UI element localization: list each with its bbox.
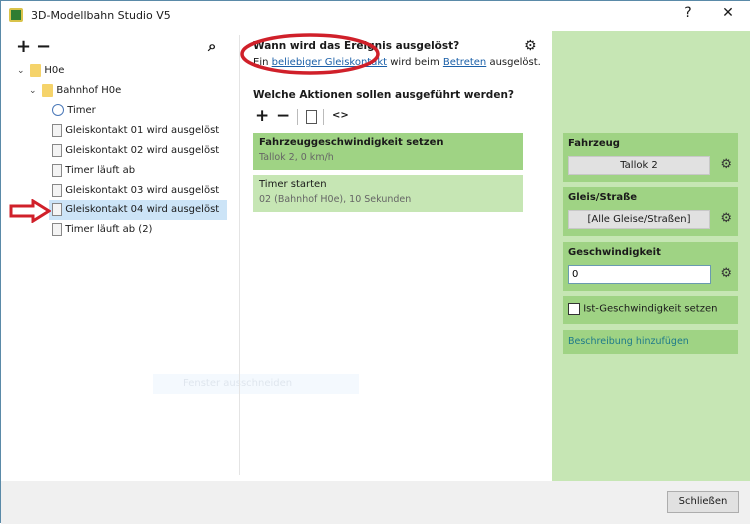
document-icon	[52, 183, 62, 197]
speed-section: Geschwindigkeit ⚙	[563, 242, 738, 291]
title-bar: 3D-Modellbahn Studio V5 ? ✕	[1, 1, 750, 31]
folder-icon	[30, 63, 42, 77]
document-icon	[52, 143, 62, 157]
window-title: 3D-Modellbahn Studio V5	[31, 9, 171, 22]
red-ellipse-annotation	[240, 33, 380, 75]
tree-label: Timer läuft ab	[65, 165, 136, 176]
action-title: Timer starten	[259, 179, 327, 190]
document-icon	[52, 222, 62, 236]
checkbox-label: Ist-Geschwindigkeit setzen	[583, 303, 718, 315]
footer: Schließen	[1, 481, 750, 524]
help-button[interactable]: ?	[673, 5, 703, 21]
description-section: Beschreibung hinzufügen	[563, 330, 738, 354]
document-icon	[52, 202, 62, 216]
remove-button[interactable]: −	[36, 36, 51, 57]
tree-label: Gleiskontakt 03 wird ausgelöst	[65, 185, 220, 196]
enter-link[interactable]: Betreten	[443, 57, 486, 68]
tree-label: Gleiskontakt 04 wird ausgelöst	[65, 204, 220, 215]
tree-item[interactable]: Timer läuft ab	[52, 161, 135, 181]
tree-label: Bahnhof H0e	[56, 85, 122, 96]
text: wird beim	[387, 57, 443, 68]
chevron-down-icon: ⌄	[29, 86, 37, 96]
remove-action-button[interactable]: −	[276, 106, 290, 126]
red-arrow-annotation	[9, 199, 51, 223]
ghost-tooltip: Fenster ausschneiden	[153, 374, 359, 394]
tree-label: Timer läuft ab (2)	[65, 224, 153, 235]
tree-label: H0e	[44, 65, 65, 76]
gear-icon[interactable]: ⚙	[720, 157, 732, 172]
gear-icon[interactable]: ⚙	[720, 266, 732, 281]
track-button[interactable]: [Alle Gleise/Straßen]	[568, 210, 710, 229]
action-card-selected[interactable]: Fahrzeuggeschwindigkeit setzen Tallok 2,…	[253, 133, 523, 170]
copy-icon[interactable]	[306, 110, 317, 124]
add-action-button[interactable]: +	[255, 106, 269, 126]
close-dialog-button[interactable]: Schließen	[667, 491, 739, 513]
properties-panel: Fahrzeug Tallok 2 ⚙ Gleis/Straße [Alle G…	[552, 31, 750, 481]
tree-item[interactable]: Timer läuft ab (2)	[52, 220, 152, 240]
action-title: Fahrzeuggeschwindigkeit setzen	[259, 137, 444, 148]
gear-icon[interactable]: ⚙	[524, 38, 537, 54]
app-icon	[9, 8, 23, 22]
actions-heading: Welche Aktionen sollen ausgeführt werden…	[253, 89, 515, 101]
vehicle-button[interactable]: Tallok 2	[568, 156, 710, 175]
chevron-down-icon: ⌄	[17, 66, 25, 76]
tree-node-bahnhof[interactable]: ⌄ Bahnhof H0e	[29, 81, 121, 101]
tree-label: Gleiskontakt 02 wird ausgelöst	[65, 145, 220, 156]
document-icon	[52, 123, 62, 137]
action-card[interactable]: Timer starten 02 (Bahnhof H0e), 10 Sekun…	[253, 175, 523, 212]
actual-speed-checkbox[interactable]	[568, 303, 580, 315]
speed-input[interactable]	[568, 265, 711, 284]
action-detail: Tallok 2, 0 km/h	[259, 152, 334, 163]
track-section: Gleis/Straße [Alle Gleise/Straßen] ⚙	[563, 187, 738, 236]
folder-icon	[42, 83, 54, 97]
toolbar-separator	[297, 109, 298, 125]
gear-icon[interactable]: ⚙	[720, 211, 732, 226]
tree-item-selected[interactable]: Gleiskontakt 04 wird ausgelöst	[49, 200, 227, 220]
action-detail: 02 (Bahnhof H0e), 10 Sekunden	[259, 194, 412, 205]
tree-label: Gleiskontakt 01 wird ausgelöst	[65, 125, 220, 136]
close-button[interactable]: ✕	[713, 5, 743, 21]
code-button[interactable]: <>	[332, 110, 349, 121]
tree-item[interactable]: Gleiskontakt 02 wird ausgelöst	[52, 141, 219, 161]
pane-divider[interactable]	[239, 35, 240, 475]
search-icon[interactable]: ⌕	[208, 37, 216, 55]
section-label: Fahrzeug	[568, 138, 620, 149]
section-label: Gleis/Straße	[568, 192, 638, 203]
vehicle-section: Fahrzeug Tallok 2 ⚙	[563, 133, 738, 182]
checkbox-section: Ist-Geschwindigkeit setzen	[563, 296, 738, 324]
tree-item[interactable]: Timer	[52, 101, 96, 121]
tree-item[interactable]: Gleiskontakt 03 wird ausgelöst	[52, 181, 219, 201]
tree-node-h0e[interactable]: ⌄ H0e	[17, 61, 64, 81]
document-icon	[52, 163, 62, 177]
text: ausgelöst.	[486, 57, 541, 68]
tree-label: Timer	[67, 105, 96, 116]
add-button[interactable]: +	[16, 36, 31, 57]
clock-icon	[52, 104, 64, 116]
toolbar-separator	[323, 109, 324, 125]
add-description-link[interactable]: Beschreibung hinzufügen	[568, 336, 689, 347]
tree-item[interactable]: Gleiskontakt 01 wird ausgelöst	[52, 121, 219, 141]
section-label: Geschwindigkeit	[568, 247, 661, 258]
